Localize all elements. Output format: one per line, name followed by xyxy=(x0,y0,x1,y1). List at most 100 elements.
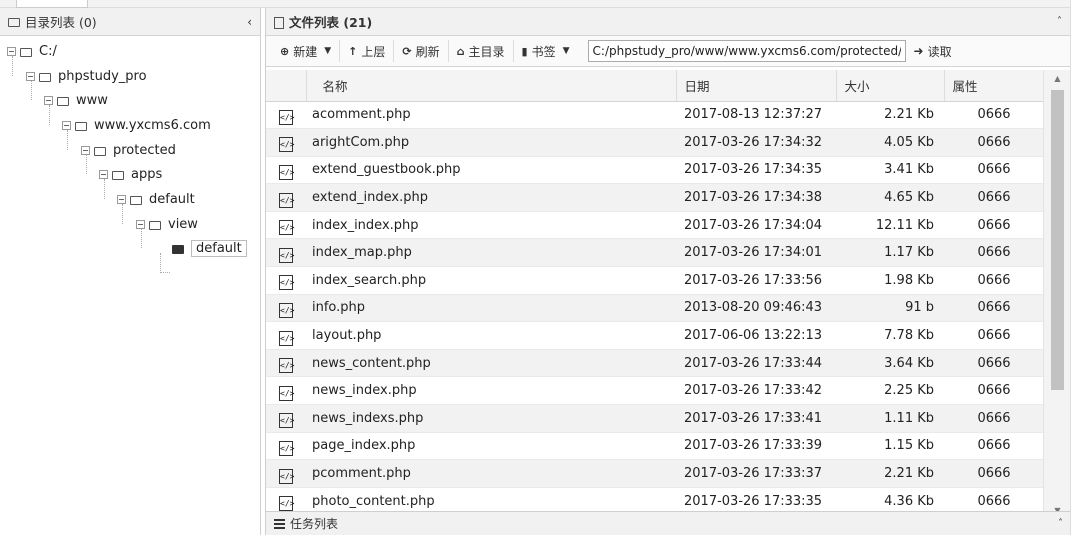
tree-node-phpstudy-pro[interactable]: phpstudy_pro xyxy=(26,65,147,87)
file-row[interactable]: </> info.php 2013-08-20 09:46:43 91 b 0666 xyxy=(266,294,1044,323)
file-name[interactable]: extend_index.php xyxy=(306,183,676,212)
up-button[interactable]: ↑ 上层 xyxy=(340,40,395,62)
file-size: 1.17 Kb xyxy=(836,238,944,268)
file-row[interactable]: </> extend_index.php 2017-03-26 17:34:38 4.… xyxy=(266,183,1044,212)
collapse-toggle-icon[interactable] xyxy=(117,194,126,204)
file-panel-header: 文件列表 (21) ˄ xyxy=(266,8,1070,36)
grid-header-row: 名称 日期 大小 属性 xyxy=(266,70,1044,102)
file-row[interactable]: </> arightCom.php 2017-03-26 17:34:32 4.05 … xyxy=(266,128,1044,157)
file-attr: 0666 xyxy=(944,183,1044,212)
refresh-icon: ⟳ xyxy=(402,44,412,58)
file-name[interactable]: news_indexs.php xyxy=(306,404,676,433)
file-attr: 0666 xyxy=(944,459,1044,488)
folder-icon xyxy=(149,220,161,230)
column-size-header[interactable]: 大小 xyxy=(836,70,945,102)
column-name-header[interactable]: 名称 xyxy=(306,70,677,102)
php-file-icon: </> xyxy=(266,128,306,157)
file-size: 7.78 Kb xyxy=(836,321,944,350)
tree-node-default[interactable]: default xyxy=(117,188,195,210)
file-row[interactable]: </> news_index.php 2017-03-26 17:33:42 2.25… xyxy=(266,376,1044,406)
file-row[interactable]: </> acomment.php 2017-08-13 12:37:27 2.21 K… xyxy=(266,101,1044,130)
collapse-toggle-icon[interactable] xyxy=(26,71,35,81)
file-name[interactable]: acomment.php xyxy=(306,101,676,130)
file-name[interactable]: layout.php xyxy=(306,321,676,350)
file-row[interactable]: </> extend_guestbook.php 2017-03-26 17:34:… xyxy=(266,156,1044,185)
tab-stub[interactable] xyxy=(16,0,88,8)
file-date: 2017-03-26 17:33:44 xyxy=(676,349,836,378)
file-row[interactable]: </> page_index.php 2017-03-26 17:33:39 1.15… xyxy=(266,432,1044,461)
tree-node-view[interactable]: view xyxy=(136,213,198,235)
file-name[interactable]: page_index.php xyxy=(306,432,676,461)
collapse-toggle-icon[interactable] xyxy=(99,169,108,179)
php-file-icon: </> xyxy=(266,459,306,488)
file-date: 2017-03-26 17:34:35 xyxy=(676,156,836,185)
tree-node-www[interactable]: www xyxy=(44,89,108,111)
folder-icon xyxy=(57,96,69,106)
column-attr-header[interactable]: 属性 xyxy=(944,70,1044,102)
file-row[interactable]: </> layout.php 2017-06-06 13:22:13 7.78 Kb 0… xyxy=(266,321,1044,350)
file-name[interactable]: arightCom.php xyxy=(306,128,676,157)
file-name[interactable]: news_index.php xyxy=(306,376,676,406)
directory-panel-header: 目录列表 (0) ‹ xyxy=(0,8,260,36)
caret-down-icon: ▼ xyxy=(562,46,570,56)
file-attr: 0666 xyxy=(944,238,1044,268)
file-date: 2017-03-26 17:33:39 xyxy=(676,432,836,461)
php-file-icon: </> xyxy=(266,432,306,461)
scrollbar-thumb[interactable] xyxy=(1051,90,1064,390)
collapse-toggle-icon[interactable] xyxy=(81,145,90,155)
file-row[interactable]: </> pcomment.php 2017-03-26 17:33:37 2.21 K… xyxy=(266,459,1044,488)
file-name[interactable]: pcomment.php xyxy=(306,459,676,488)
collapse-toggle-icon[interactable] xyxy=(44,95,53,105)
collapse-toggle-icon[interactable] xyxy=(62,120,71,130)
folder-icon xyxy=(20,47,32,57)
file-row[interactable]: </> news_indexs.php 2017-03-26 17:33:41 1.1… xyxy=(266,404,1044,433)
file-attr: 0666 xyxy=(944,156,1044,185)
directory-tree: C:/ phpstudy_pro www www.yxcms6.com prot xyxy=(0,36,260,273)
plus-circle-icon: ⊕ xyxy=(280,44,290,58)
file-row[interactable]: </> index_index.php 2017-03-26 17:34:04 12.… xyxy=(266,211,1044,240)
tree-node-yxcms6[interactable]: www.yxcms6.com xyxy=(62,114,211,136)
caret-down-icon: ▼ xyxy=(324,46,332,56)
php-file-icon: </> xyxy=(266,294,306,323)
file-date: 2017-03-26 17:33:37 xyxy=(676,459,836,488)
tree-node-default-selected[interactable]: default xyxy=(172,237,247,259)
path-input[interactable] xyxy=(587,40,906,62)
read-button[interactable]: ➜ 读取 xyxy=(914,43,952,60)
bookmark-button[interactable]: ▮ 书签 ▼ xyxy=(514,40,578,62)
file-name[interactable]: index_search.php xyxy=(306,266,676,295)
file-attr: 0666 xyxy=(944,404,1044,433)
file-date: 2017-03-26 17:33:56 xyxy=(676,266,836,295)
tree-node-protected[interactable]: protected xyxy=(81,139,176,161)
vertical-scrollbar[interactable]: ▲ ▼ xyxy=(1043,70,1070,519)
collapse-left-icon[interactable]: ‹ xyxy=(247,15,252,29)
tree-node-drive-c[interactable]: C:/ xyxy=(7,40,57,62)
collapse-file-panel-icon[interactable]: ˄ xyxy=(1057,16,1062,27)
collapse-toggle-icon[interactable] xyxy=(136,219,145,229)
folder-icon xyxy=(75,121,87,131)
file-row[interactable]: </> news_content.php 2017-03-26 17:33:44 3.… xyxy=(266,349,1044,378)
file-size: 1.11 Kb xyxy=(836,404,944,433)
file-name[interactable]: news_content.php xyxy=(306,349,676,378)
file-toolbar: ⊕ 新建 ▼ ↑ 上层 ⟳ 刷新 ⌂ 主目录 ▮ 书签 ▼ C:/phpstud… xyxy=(266,36,1070,67)
file-row[interactable]: </> index_map.php 2017-03-26 17:34:01 1.17 … xyxy=(266,238,1044,268)
home-button[interactable]: ⌂ 主目录 xyxy=(449,40,514,62)
column-date-header[interactable]: 日期 xyxy=(676,70,837,102)
file-attr: 0666 xyxy=(944,294,1044,323)
file-date: 2017-03-26 17:33:41 xyxy=(676,404,836,433)
php-file-icon: </> xyxy=(266,211,306,240)
file-row[interactable]: </> index_search.php 2017-03-26 17:33:56 1.… xyxy=(266,266,1044,295)
new-button[interactable]: ⊕ 新建 ▼ xyxy=(272,40,341,62)
file-name[interactable]: index_map.php xyxy=(306,238,676,268)
file-name[interactable]: extend_guestbook.php xyxy=(306,156,676,185)
file-date: 2013-08-20 09:46:43 xyxy=(676,294,836,323)
refresh-button[interactable]: ⟳ 刷新 xyxy=(394,40,449,62)
tree-node-apps[interactable]: apps xyxy=(99,163,162,185)
scroll-up-arrow-icon[interactable]: ▲ xyxy=(1044,74,1071,83)
file-panel-title: 文件列表 (21) xyxy=(289,15,373,30)
file-size: 3.64 Kb xyxy=(836,349,944,378)
file-attr: 0666 xyxy=(944,266,1044,295)
expand-task-panel-icon[interactable]: ˄ xyxy=(1058,518,1063,529)
file-name[interactable]: index_index.php xyxy=(306,211,676,240)
file-name[interactable]: info.php xyxy=(306,294,676,323)
collapse-toggle-icon[interactable] xyxy=(7,46,16,56)
